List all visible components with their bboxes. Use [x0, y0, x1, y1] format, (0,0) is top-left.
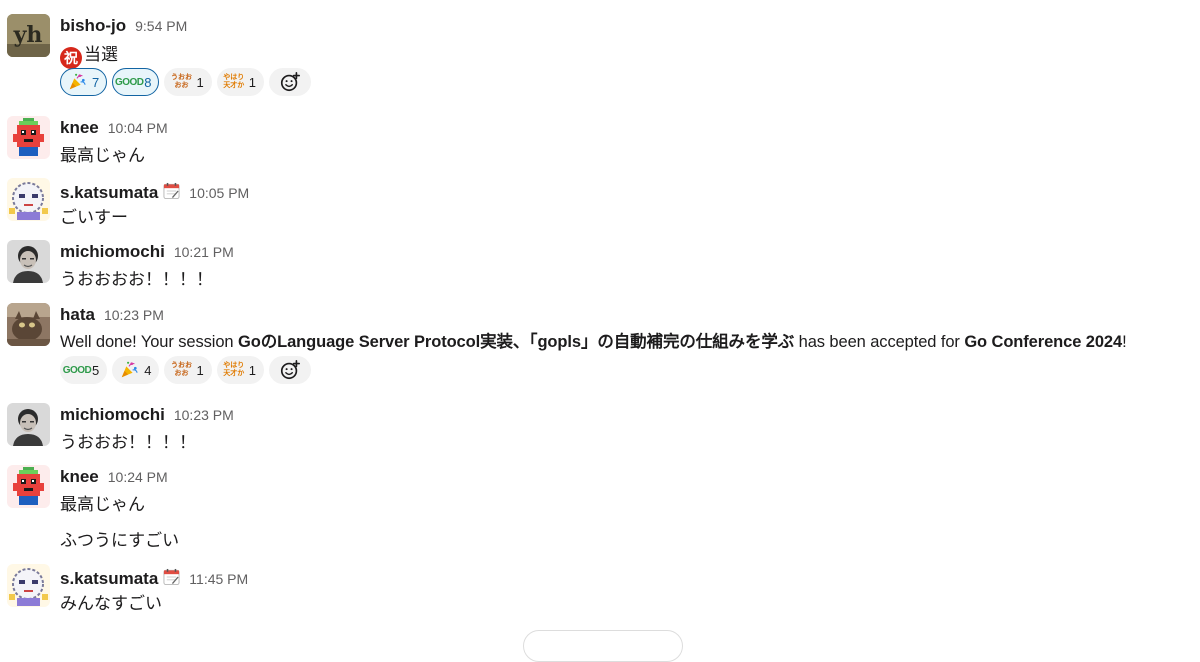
conference-name: Go Conference 2024 — [964, 333, 1123, 351]
timestamp[interactable]: 10:05 PM — [189, 185, 249, 201]
yappari-tensai-emoji-icon: やはり 天才か — [223, 74, 245, 89]
timestamp[interactable]: 11:45 PM — [189, 571, 248, 587]
reaction-tada[interactable]: 4 — [112, 356, 160, 384]
timestamp[interactable]: 10:23 PM — [104, 307, 164, 323]
avatar-image — [7, 116, 50, 159]
tada-emoji-icon — [66, 73, 88, 91]
message-text: みんなすごい — [60, 594, 162, 613]
message-text: うおおおお！！！！ — [60, 270, 213, 289]
reaction-count: 8 — [144, 74, 152, 90]
reaction-good[interactable]: GOOD 5 — [60, 356, 108, 384]
author-name[interactable]: knee — [60, 467, 99, 487]
reaction-tada[interactable]: 7 — [60, 68, 108, 96]
tada-emoji-icon — [118, 361, 140, 379]
session-title: GoのLanguage Server Protocol実装、「gopls」の自動… — [238, 333, 795, 351]
reaction-count: 1 — [196, 362, 204, 378]
author-name[interactable]: knee — [60, 118, 99, 138]
reaction-good[interactable]: GOOD 8 — [112, 68, 160, 96]
add-reaction-icon — [279, 71, 301, 93]
timestamp[interactable]: 9:54 PM — [135, 18, 187, 34]
avatar[interactable] — [7, 303, 50, 346]
add-reaction-icon — [279, 359, 301, 381]
reaction-yappari-tensai[interactable]: やはり 天才か 1 — [216, 356, 264, 384]
calendar-icon[interactable] — [163, 182, 180, 200]
avatar[interactable] — [7, 178, 50, 221]
reaction-count: 5 — [92, 362, 100, 378]
add-reaction-button[interactable] — [268, 68, 311, 96]
avatar-image — [7, 303, 50, 346]
reaction-yappari-tensai[interactable]: やはり 天才か 1 — [216, 68, 264, 96]
timestamp[interactable]: 10:23 PM — [174, 407, 234, 423]
message-body: has been accepted for — [794, 333, 965, 351]
author-name[interactable]: bisho-jo — [60, 16, 126, 36]
avatar-image — [7, 403, 50, 446]
avatar-image — [7, 564, 50, 607]
message-text: ふつうにすごい — [60, 531, 180, 550]
message-feed: yh bisho-jo 9:54 PM 祝当選 7 GOOD 8 うおお おお 1 — [0, 0, 1200, 638]
avatar-image: yh — [7, 14, 50, 57]
timestamp[interactable]: 10:24 PM — [108, 469, 168, 485]
author-name[interactable]: michiomochi — [60, 242, 165, 262]
avatar[interactable] — [7, 465, 50, 508]
uooo-emoji-icon: うおお おお — [170, 74, 192, 89]
yappari-tensai-emoji-icon: やはり 天才か — [223, 362, 245, 377]
uooo-emoji-icon: うおお おお — [170, 362, 192, 377]
message-text: Well done! Your session GoのLanguage Serv… — [60, 328, 1127, 352]
message-body: ! — [1122, 333, 1127, 351]
message-body: 当選 — [84, 45, 118, 64]
good-emoji-icon: GOOD — [62, 364, 92, 376]
reaction-count: 4 — [144, 362, 152, 378]
reaction-uooo[interactable]: うおお おお 1 — [164, 68, 212, 96]
reaction-count: 1 — [248, 362, 256, 378]
avatar[interactable] — [7, 564, 50, 607]
add-reaction-button[interactable] — [268, 356, 311, 384]
message-text: うおおお！！！！ — [60, 433, 196, 452]
avatar-image — [7, 465, 50, 508]
avatar[interactable] — [7, 116, 50, 159]
avatar[interactable]: yh — [7, 14, 50, 57]
message-text: 祝当選 — [60, 40, 118, 69]
avatar[interactable] — [7, 403, 50, 446]
avatar[interactable] — [7, 240, 50, 283]
avatar-image — [7, 178, 50, 221]
message-text: ごいすー — [60, 208, 128, 227]
reaction-count: 7 — [92, 74, 100, 90]
avatar-image — [7, 240, 50, 283]
good-emoji-icon: GOOD — [114, 76, 144, 88]
reaction-count: 1 — [196, 74, 204, 90]
author-name[interactable]: s.katsumata — [60, 183, 158, 203]
iwai-emoji-icon: 祝 — [60, 47, 82, 69]
reaction-count: 1 — [248, 74, 256, 90]
author-name[interactable]: s.katsumata — [60, 569, 158, 589]
message-body: Well done! Your session — [60, 333, 238, 351]
reaction-bar: GOOD 5 4 うおお おお 1 やはり 天才か 1 — [60, 356, 311, 384]
timestamp[interactable]: 10:04 PM — [108, 120, 168, 136]
svg-text:yh: yh — [13, 22, 43, 48]
message-text: 最高じゃん — [60, 146, 145, 165]
reaction-uooo[interactable]: うおお おお 1 — [164, 356, 212, 384]
jump-to-recent-button[interactable] — [523, 630, 683, 662]
calendar-icon[interactable] — [163, 568, 180, 586]
timestamp[interactable]: 10:21 PM — [174, 244, 234, 260]
message-text: 最高じゃん — [60, 495, 145, 514]
author-name[interactable]: michiomochi — [60, 405, 165, 425]
reaction-bar: 7 GOOD 8 うおお おお 1 やはり 天才か 1 — [60, 68, 311, 96]
author-name[interactable]: hata — [60, 305, 95, 325]
